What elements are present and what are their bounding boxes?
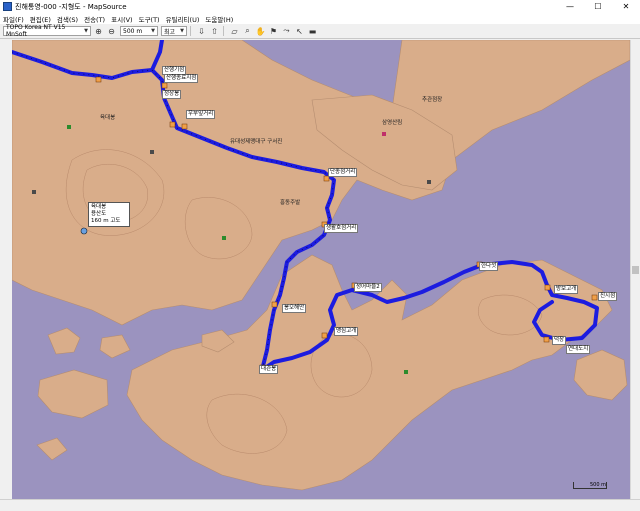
menu-bar: 파일(F) 편집(E) 검색(S) 전송(T) 표시(V) 도구(T) 유틸리티… (0, 13, 640, 24)
tree-icon (222, 236, 226, 240)
toolbar: TOPO Korea NT V15 MnSoft ▼ ⊕ ⊖ 500 m ▼ 최… (0, 24, 640, 39)
scrollbar-thumb[interactable] (632, 266, 639, 274)
land-islet-left-1 (47, 327, 81, 355)
waypoint-label[interactable]: 생활호점거리 (324, 224, 359, 233)
map-product-value: TOPO Korea NT V15 MnSoft (6, 24, 66, 38)
waypoint-label[interactable]: 봉오해안 (282, 304, 307, 313)
waypoint-marker (591, 294, 598, 301)
menu-transfer[interactable]: 전송(T) (81, 14, 108, 24)
waypoint-label[interactable]: 진시점 (598, 292, 618, 301)
zoom-level-value: 500 m (123, 27, 143, 35)
waypoint-marker (543, 336, 550, 343)
menu-edit[interactable]: 편집(E) (27, 14, 54, 24)
detail-value: 최고 (164, 28, 176, 36)
chevron-down-icon: ▼ (151, 28, 155, 34)
zoom-out-icon[interactable]: ⊖ (106, 26, 117, 37)
map-tool-icon[interactable]: ▱ (229, 26, 240, 37)
map-canvas (12, 40, 630, 491)
title-bar: 진해통영-000 -지형도 - MapSource — ☐ ✕ (0, 0, 640, 13)
waypoint-marker (169, 121, 176, 128)
pan-hand-icon[interactable]: ✋ (255, 26, 266, 37)
status-bar (0, 499, 640, 511)
building-icon (150, 150, 154, 154)
waypoint-marker (95, 76, 102, 83)
zoom-tool-icon[interactable]: ⌕ (242, 26, 253, 37)
measure-ruler-icon[interactable]: ▬ (307, 26, 318, 37)
waypoint-label[interactable]: 정상봉 (162, 90, 182, 99)
building-icon (382, 132, 386, 136)
waypoint-marker (544, 284, 551, 291)
menu-search[interactable]: 검색(S) (54, 14, 81, 24)
send-to-device-icon[interactable]: ⇧ (209, 26, 220, 37)
waypoint-marker (271, 301, 278, 308)
map-label: 유대성제맹대구 구서진 (230, 139, 283, 145)
menu-tools[interactable]: 도구(T) (136, 14, 163, 24)
chevron-down-icon: ▼ (84, 28, 88, 34)
waypoint-label[interactable]: 연대도지 (566, 345, 591, 354)
receive-from-device-icon[interactable]: ⇩ (196, 26, 207, 37)
waypoint-tooltip: 육대봉 용산도 160 m 고도 (88, 202, 130, 227)
waypoint-marker (181, 123, 188, 130)
maximize-button[interactable]: ☐ (584, 0, 612, 13)
map-label: 추관점장 (422, 97, 443, 103)
tree-icon (67, 125, 71, 129)
chevron-down-icon: ▼ (180, 28, 184, 34)
waypoint-label[interactable]: 우부잎거리 (186, 110, 216, 119)
building-icon (32, 190, 36, 194)
toolbar-separator (223, 26, 224, 36)
tooltip-place: 용산도 (91, 211, 107, 217)
map-label: 흥동주발 (280, 200, 301, 206)
waypoint-label[interactable]: 맹심고개 (334, 327, 359, 336)
waypoint-label[interactable]: 성어마을2 (354, 283, 382, 292)
summit-pin-icon (80, 227, 88, 235)
selection-arrow-icon[interactable]: ↖ (294, 26, 305, 37)
building-icon (427, 180, 431, 184)
minimize-button[interactable]: — (556, 0, 584, 13)
route-tool-icon[interactable]: ⤳ (281, 26, 292, 37)
waypoint-label[interactable]: 덕장 (552, 336, 567, 345)
vertical-scrollbar[interactable] (630, 40, 640, 499)
zoom-level-select[interactable]: 500 m ▼ (120, 26, 158, 36)
tooltip-elevation: 160 m 고도 (91, 218, 121, 224)
window-controls: — ☐ ✕ (556, 0, 640, 13)
scale-bar: 500 m (573, 482, 607, 489)
detail-select[interactable]: 최고 ▼ (161, 26, 187, 36)
scale-bar-label: 500 m (589, 482, 606, 488)
waypoint-label[interactable]: 대관봉 (259, 365, 279, 374)
waypoint-flag-icon[interactable]: ⚑ (268, 26, 279, 37)
waypoint-marker (161, 82, 168, 89)
land-islet-left-3 (99, 334, 131, 359)
left-margin (0, 40, 12, 499)
mapsource-app-icon (3, 2, 12, 11)
tree-icon (404, 370, 408, 374)
map-label: 육대봉 (100, 115, 116, 121)
waypoint-label[interactable]: 단종점거리 (328, 168, 358, 177)
close-button[interactable]: ✕ (612, 0, 640, 13)
waypoint-label[interactable]: 방보고개 (554, 285, 579, 294)
toolbar-separator (190, 26, 191, 36)
menu-view[interactable]: 표시(V) (108, 14, 135, 24)
waypoint-marker (321, 332, 328, 339)
map-view[interactable]: 육대봉 산행기점 산행종료지점 정상봉 우부잎거리 유대성제맹대구 구서진 삼영… (12, 40, 630, 499)
land-islet-left-2 (37, 369, 109, 419)
menu-help[interactable]: 도움말(H) (202, 14, 236, 24)
menu-utilities[interactable]: 유틸리티(U) (163, 14, 203, 24)
land-small-east-island (573, 349, 628, 401)
tooltip-name: 육대봉 (91, 204, 107, 210)
map-label: 삼영산림 (382, 120, 403, 126)
land-areas (12, 40, 630, 491)
menu-file[interactable]: 파일(F) (0, 14, 27, 24)
zoom-in-icon[interactable]: ⊕ (93, 26, 104, 37)
waypoint-label[interactable]: 산행종료지점 (164, 74, 199, 83)
land-islet-bottom-left (36, 437, 68, 461)
map-product-select[interactable]: TOPO Korea NT V15 MnSoft ▼ (3, 24, 91, 38)
window-title: 진해통영-000 -지형도 - MapSource (15, 2, 127, 11)
waypoint-label[interactable]: 한다섯 (479, 262, 499, 271)
